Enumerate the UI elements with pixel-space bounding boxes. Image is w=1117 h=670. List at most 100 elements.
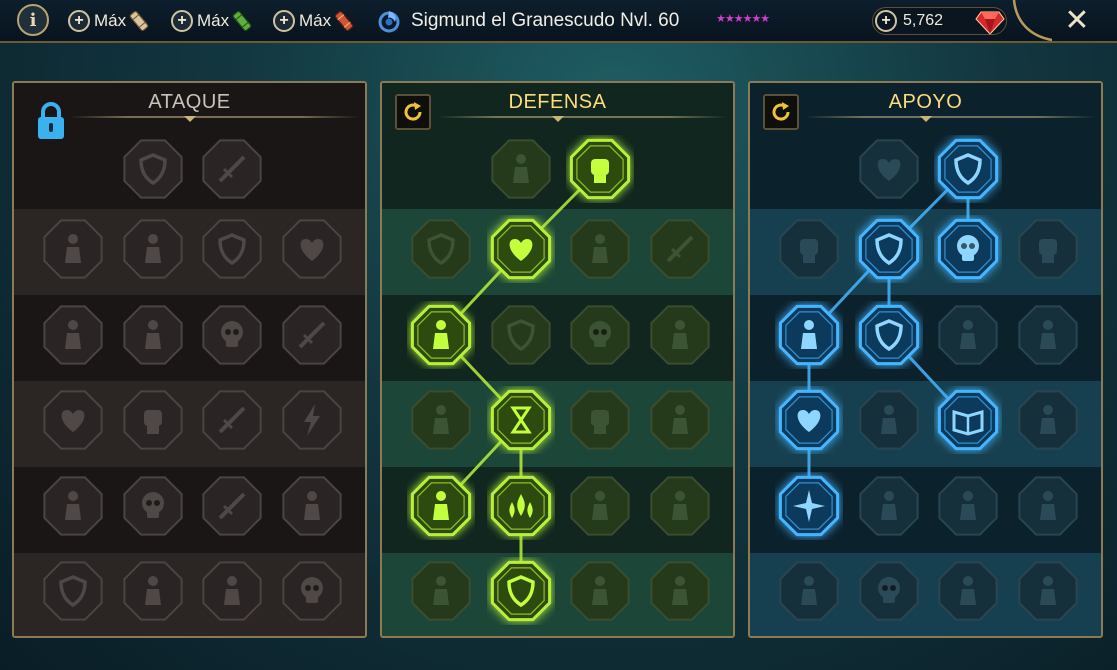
spirit-skull-icon	[937, 218, 999, 280]
skull-icon	[202, 305, 262, 365]
skill-node-skull-shield[interactable]	[566, 301, 634, 369]
skill-node-hourglass-burst[interactable]	[487, 386, 555, 454]
compass-star-icon	[778, 475, 840, 537]
plus-icon: +	[171, 10, 193, 32]
skill-node-chained-heart[interactable]	[775, 386, 843, 454]
skill-node-leaping-figure[interactable]	[1014, 472, 1082, 540]
shield-slash-icon	[202, 219, 262, 279]
skill-node-swirl[interactable]	[646, 472, 714, 540]
skill-node-strike-burst[interactable]	[39, 301, 107, 369]
skill-node-comet[interactable]	[855, 386, 923, 454]
skill-node-all-seeing-eye[interactable]	[934, 472, 1002, 540]
skill-node-praying-hands[interactable]	[775, 215, 843, 283]
support-tree-panel: APOYO	[748, 81, 1103, 638]
skill-node-triple-drop[interactable]	[487, 472, 555, 540]
whirlwind-icon	[938, 305, 998, 365]
skill-node-raging-warrior[interactable]	[278, 472, 346, 540]
skill-node-broken-blade[interactable]	[646, 215, 714, 283]
skill-node-shield-slash[interactable]	[198, 215, 266, 283]
skill-node-grim-skull[interactable]	[855, 557, 923, 625]
skill-node-axe[interactable]	[198, 386, 266, 454]
skill-node-fiery-eyes[interactable]	[1014, 386, 1082, 454]
red-scroll-boost-button[interactable]: + Máx	[273, 7, 355, 35]
skill-node-flaming-skull[interactable]	[278, 557, 346, 625]
skill-node-strongman[interactable]	[646, 557, 714, 625]
skill-node-whirlwind[interactable]	[934, 301, 1002, 369]
skill-node-warrior-head[interactable]	[566, 472, 634, 540]
skill-node-compass-star[interactable]	[775, 472, 843, 540]
skill-node-cloak[interactable]	[119, 215, 187, 283]
skill-node-lurking-figure[interactable]	[407, 386, 475, 454]
skill-node-spirit-skull[interactable]	[934, 215, 1002, 283]
axe-icon	[202, 390, 262, 450]
skill-node-iron-helm[interactable]	[934, 557, 1002, 625]
skill-node-spiked-figure[interactable]	[39, 472, 107, 540]
skill-node-radiant-shield[interactable]	[855, 215, 923, 283]
winged-demon-icon	[202, 561, 262, 621]
armored-torso-icon	[570, 219, 630, 279]
skill-node-eagle-head[interactable]	[1014, 557, 1082, 625]
skill-node-winged-demon[interactable]	[198, 557, 266, 625]
skill-node-sword-shield[interactable]	[119, 135, 187, 203]
skill-node-skull[interactable]	[198, 301, 266, 369]
gem-counter: + 5,762	[872, 7, 1007, 35]
skill-node-lightning-shield[interactable]	[855, 301, 923, 369]
skill-node-swift-boot[interactable]	[855, 472, 923, 540]
info-button[interactable]: i	[17, 4, 49, 36]
silhouette-icon	[1018, 305, 1078, 365]
chained-heart-icon	[778, 389, 840, 451]
skill-node-gauntlet-fist[interactable]	[119, 386, 187, 454]
skill-node-aura-head[interactable]	[646, 301, 714, 369]
skill-node-bomb[interactable]	[775, 557, 843, 625]
defense-tree-panel: DEFENSA	[380, 81, 735, 638]
add-gems-button[interactable]: +	[875, 10, 897, 32]
skill-node-hand-grip[interactable]	[1014, 215, 1082, 283]
skill-node-empowered-figure[interactable]	[775, 301, 843, 369]
skill-node-silhouette[interactable]	[1014, 301, 1082, 369]
skill-node-heart-plus[interactable]	[855, 135, 923, 203]
reset-support-button[interactable]	[763, 94, 799, 130]
skill-node-brick-wall[interactable]	[487, 135, 555, 203]
skill-node-circle-sword[interactable]	[198, 472, 266, 540]
skill-node-shield-chevron[interactable]	[407, 215, 475, 283]
skill-node-fanged-maw[interactable]	[119, 301, 187, 369]
aura-head-icon	[650, 305, 710, 365]
skill-node-horned-face[interactable]	[407, 557, 475, 625]
skill-node-dash-runner[interactable]	[407, 472, 475, 540]
skill-node-shield-wall[interactable]	[487, 301, 555, 369]
defense-tree-title: DEFENSA	[508, 91, 607, 113]
title-arrow-icon	[919, 116, 932, 122]
skill-node-shield-bash[interactable]	[934, 135, 1002, 203]
demon-mask-icon	[43, 219, 103, 279]
skill-node-open-book[interactable]	[934, 386, 1002, 454]
skill-node-pierced-heart[interactable]	[278, 215, 346, 283]
skill-node-demon-mask[interactable]	[39, 215, 107, 283]
skill-node-lightning-chain[interactable]	[278, 386, 346, 454]
lightning-chain-icon	[282, 390, 342, 450]
skill-node-raised-fist[interactable]	[566, 135, 634, 203]
close-button[interactable]: ✕	[1060, 3, 1094, 37]
skill-node-heart-organ[interactable]	[487, 215, 555, 283]
skill-node-winged-shield[interactable]	[487, 557, 555, 625]
skill-node-bleeding-heart[interactable]	[39, 386, 107, 454]
lock-icon[interactable]	[36, 101, 66, 141]
skill-node-hooked-blade[interactable]	[278, 301, 346, 369]
title-divider	[69, 116, 359, 118]
green-scroll-boost-button[interactable]: + Máx	[171, 7, 253, 35]
reset-defense-button[interactable]	[395, 94, 431, 130]
skill-node-knight-helm[interactable]	[119, 557, 187, 625]
grim-skull-icon	[859, 561, 919, 621]
skill-node-helmed-king[interactable]	[566, 557, 634, 625]
skill-node-skull-flame[interactable]	[119, 472, 187, 540]
guardian-pair-icon	[410, 304, 472, 366]
tan-scroll-boost-button[interactable]: + Máx	[68, 7, 150, 35]
skill-node-armored-torso[interactable]	[566, 215, 634, 283]
skill-node-open-palm[interactable]	[566, 386, 634, 454]
skill-node-bull-head[interactable]	[646, 386, 714, 454]
flaming-skull-icon	[282, 561, 342, 621]
skill-node-claw-slash[interactable]	[198, 135, 266, 203]
title-divider	[437, 116, 727, 118]
skill-node-shattered-shield[interactable]	[39, 557, 107, 625]
star-rating: ★★★★★★	[716, 13, 770, 25]
skill-node-guardian-pair[interactable]	[407, 301, 475, 369]
